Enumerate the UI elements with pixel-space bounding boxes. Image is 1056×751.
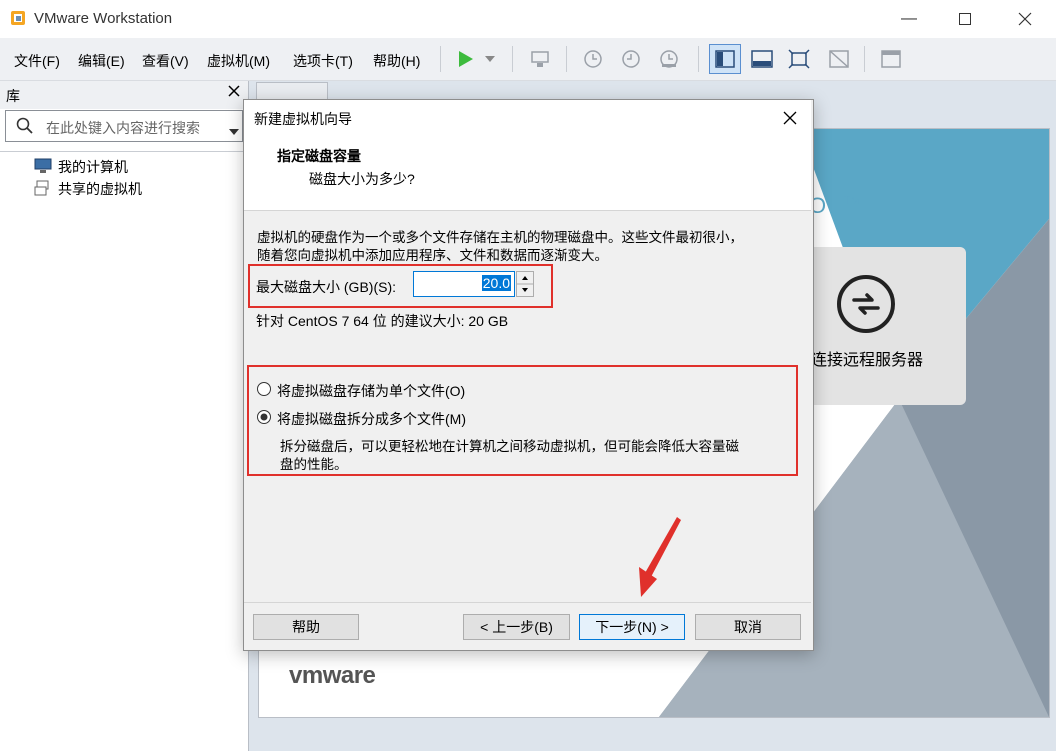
show-library-icon[interactable] <box>709 44 741 74</box>
max-disk-size-input[interactable]: 20.0 <box>413 271 515 297</box>
max-disk-size-label: 最大磁盘大小 (GB)(S): <box>256 279 396 295</box>
snapshot-manager-icon[interactable] <box>656 46 682 72</box>
search-icon <box>16 117 34 138</box>
back-button[interactable]: < 上一步(B) <box>463 614 570 640</box>
search-dropdown-icon[interactable] <box>229 122 239 138</box>
vmware-logo: vmware <box>289 662 376 689</box>
dialog-subheading: 磁盘大小为多少? <box>309 171 415 187</box>
dialog-button-divider <box>244 602 811 603</box>
recommended-size-text: 针对 CentOS 7 64 位 的建议大小: 20 GB <box>256 313 509 329</box>
unity-icon[interactable] <box>826 46 852 72</box>
menu-edit[interactable]: 编辑(E) <box>78 51 125 71</box>
next-button[interactable]: 下一步(N) > <box>579 614 685 640</box>
multi-file-note-line-1: 拆分磁盘后，可以更轻松地在计算机之间移动虚拟机，但可能会降低大容量磁 <box>280 439 739 454</box>
window-title: VMware Workstation <box>34 10 173 27</box>
dialog-heading: 指定磁盘容量 <box>277 148 361 164</box>
minimize-icon[interactable]: — <box>886 0 932 38</box>
library-title: 库 <box>6 88 20 104</box>
close-library-icon[interactable] <box>228 84 240 102</box>
menu-vm[interactable]: 虚拟机(M) <box>207 51 270 71</box>
menu-help[interactable]: 帮助(H) <box>373 51 420 71</box>
tree-item-shared-vms[interactable]: 共享的虚拟机 <box>34 179 142 199</box>
annotation-arrow <box>635 515 685 603</box>
close-window-icon[interactable] <box>1002 0 1048 38</box>
library-divider <box>0 151 248 152</box>
toolbar-separator <box>566 46 567 72</box>
radio-multi-file-label[interactable]: 将虚拟磁盘拆分成多个文件(M) <box>277 409 466 429</box>
toolbar-separator <box>698 46 699 72</box>
full-screen-icon[interactable] <box>786 46 812 72</box>
toolbar-separator <box>512 46 513 72</box>
maximize-icon[interactable] <box>942 0 988 38</box>
search-placeholder: 在此处键入内容进行搜索 <box>46 120 200 136</box>
play-icon[interactable] <box>452 46 478 72</box>
help-button[interactable]: 帮助 <box>253 614 359 640</box>
tree-item-label: 我的计算机 <box>58 159 128 175</box>
library-header <box>0 81 248 109</box>
vmware-app-icon <box>10 10 26 26</box>
description-line-1: 虚拟机的硬盘作为一个或多个文件存储在主机的物理磁盘中。这些文件最初很小， <box>257 230 743 245</box>
radio-multi-file[interactable] <box>256 409 272 428</box>
multi-file-note-line-2: 盘的性能。 <box>280 457 348 472</box>
tree-item-my-computer[interactable]: 我的计算机 <box>34 157 128 177</box>
menu-view[interactable]: 查看(V) <box>142 51 189 71</box>
play-dropdown-icon[interactable] <box>480 46 500 72</box>
radio-single-file[interactable] <box>256 381 272 400</box>
dialog-close-icon[interactable] <box>783 111 797 128</box>
cancel-button[interactable]: 取消 <box>695 614 801 640</box>
shared-vms-icon <box>34 180 52 199</box>
thumbnail-bar-icon[interactable] <box>749 46 775 72</box>
radio-single-file-label[interactable]: 将虚拟磁盘存储为单个文件(O) <box>277 381 465 401</box>
connect-remote-label: 连接远程服务器 <box>811 352 924 369</box>
tree-item-label: 共享的虚拟机 <box>58 181 142 197</box>
disk-size-spinner[interactable] <box>516 271 534 297</box>
toolbar-separator <box>440 46 441 72</box>
computer-icon <box>34 158 52 177</box>
toolbar-separator <box>864 46 865 72</box>
dialog-title: 新建虚拟机向导 <box>254 111 352 127</box>
revert-snapshot-icon[interactable] <box>618 46 644 72</box>
max-disk-size-value: 20.0 <box>481 275 511 291</box>
menu-file[interactable]: 文件(F) <box>14 51 60 71</box>
description-line-2: 随着您向虚拟机中添加应用程序、文件和数据而逐渐变大。 <box>257 248 608 263</box>
connect-remote-icon <box>834 272 898 339</box>
send-ctrl-alt-del-icon[interactable] <box>527 46 553 72</box>
snapshot-icon[interactable] <box>580 46 606 72</box>
console-view-icon[interactable] <box>878 46 904 72</box>
trademark: TM <box>843 193 861 207</box>
menu-tabs[interactable]: 选项卡(T) <box>293 51 353 71</box>
